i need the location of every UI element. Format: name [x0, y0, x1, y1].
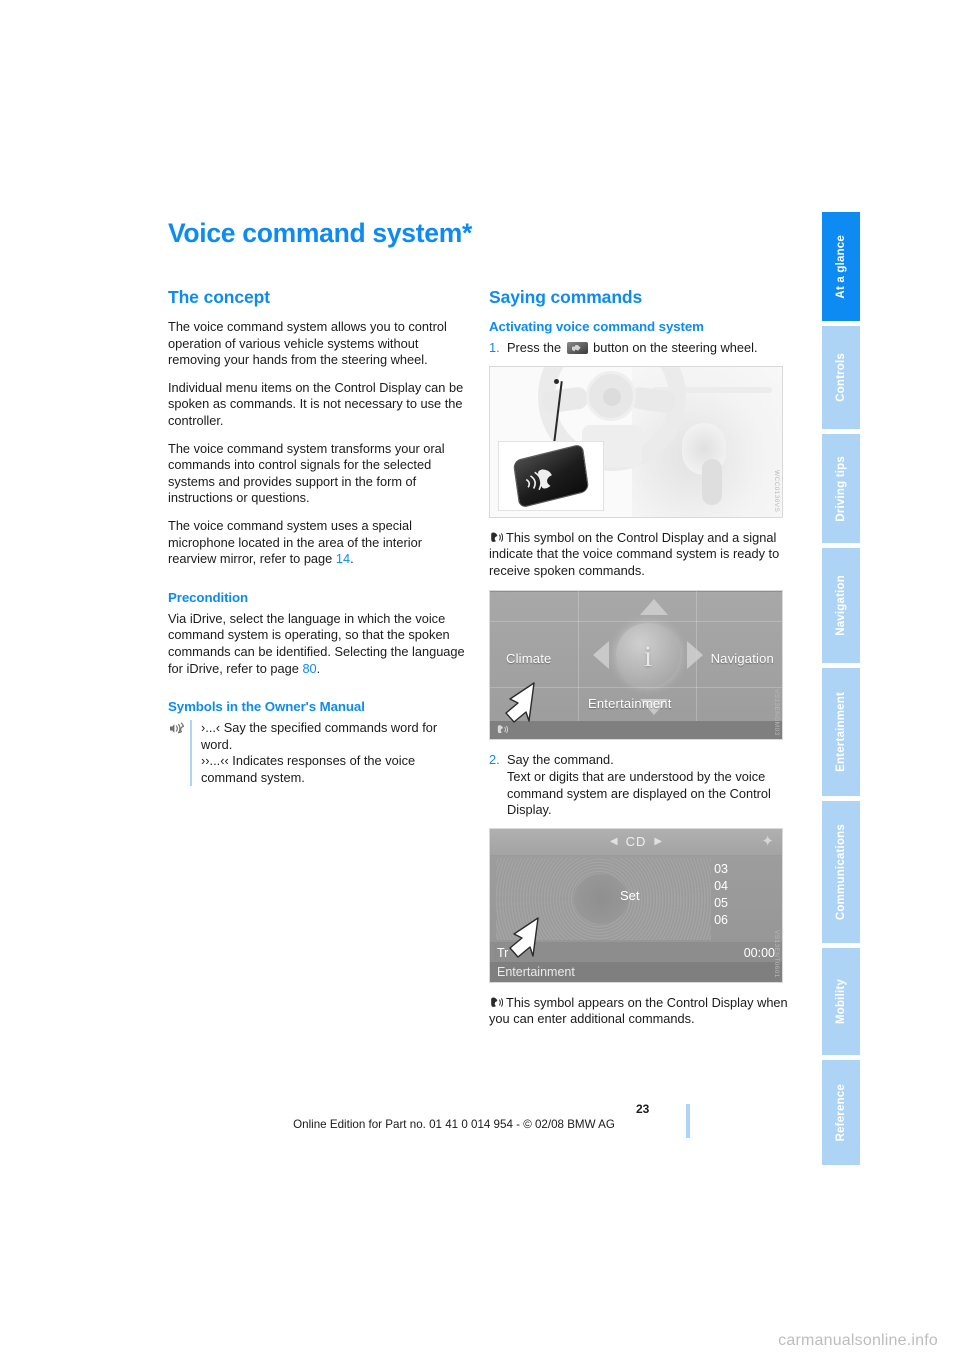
- concept-paragraph-1: The voice command system allows you to c…: [168, 319, 447, 368]
- step-1: 1. Press the button on the steering whee…: [489, 340, 788, 357]
- precondition-text-after: .: [316, 660, 321, 676]
- caption-1: This symbol on the Control Display and a…: [489, 530, 788, 580]
- step-1-text-before: Press the: [507, 340, 565, 355]
- page-reference-14[interactable]: 14: [336, 551, 350, 566]
- cd-track-item[interactable]: 06: [714, 913, 728, 927]
- left-column: The concept The voice command system all…: [168, 287, 467, 1039]
- manual-page: At a glance Controls Driving tips Naviga…: [0, 0, 960, 1358]
- page-number: 23: [636, 1102, 650, 1116]
- page-reference-80[interactable]: 80: [302, 661, 316, 676]
- cd-elapsed-time: 00:00: [743, 945, 775, 960]
- step-2-title: Say the command.: [507, 752, 614, 768]
- precondition-paragraph: Via iDrive, select the language in which…: [168, 611, 467, 677]
- heading-precondition: Precondition: [168, 589, 249, 605]
- step-2-detail: Text or digits that are understood by th…: [507, 768, 771, 818]
- figure-code: VS13ENGM03: [773, 688, 780, 736]
- concept-text-before: The voice command system uses a special …: [168, 517, 422, 567]
- cd-header-bar: ◀ CD ▶ ✦: [490, 828, 782, 855]
- cd-bottom-bar: Entertainment: [490, 961, 782, 982]
- voice-ready-symbol: [489, 996, 504, 1009]
- cd-bottom-label: Entertainment: [497, 964, 575, 979]
- caption-2: This symbol appears on the Control Displ…: [489, 995, 788, 1028]
- tab-communications[interactable]: Communications: [822, 801, 860, 944]
- tab-entertainment[interactable]: Entertainment: [822, 667, 860, 797]
- symbols-note-block: ›...‹ Say the specified commands word fo…: [168, 720, 467, 787]
- tab-label: Entertainment: [835, 691, 847, 772]
- symbols-note-text: ›...‹ Say the specified commands word fo…: [201, 720, 467, 786]
- figure-code: WCC0130VS: [773, 470, 780, 513]
- voice-speaking-icon: [168, 720, 190, 786]
- concept-paragraph-3: The voice command system transforms your…: [168, 440, 445, 506]
- cd-title-label: CD: [625, 834, 647, 850]
- voice-button-callout: [498, 440, 604, 511]
- cd-track-item[interactable]: 05: [714, 896, 728, 910]
- step-1-number: 1.: [489, 340, 500, 355]
- page-footer: 23 Online Edition for Part no. 01 41 0 0…: [0, 1102, 960, 1138]
- voice-ready-symbol: [489, 531, 504, 544]
- options-icon[interactable]: ✦: [761, 832, 774, 850]
- step-1-text: Press the button on the steering wheel.: [507, 340, 788, 357]
- tab-mobility[interactable]: Mobility: [822, 948, 860, 1055]
- next-arrow-icon[interactable]: ▶: [654, 836, 662, 847]
- step-1-text-after: button on the steering wheel.: [589, 340, 758, 355]
- tab-controls[interactable]: Controls: [822, 325, 860, 429]
- figure-steering-wheel-voice-button: WCC0130VS: [489, 365, 783, 518]
- footer-accent-tick: [686, 1104, 690, 1138]
- heading-the-concept: The concept: [168, 287, 270, 307]
- voice-button-icon: [566, 342, 588, 354]
- cd-track-list: 03 04 05 06: [714, 862, 728, 927]
- tab-navigation[interactable]: Navigation: [822, 547, 860, 663]
- concept-paragraph-2: Individual menu items on the Control Dis…: [168, 379, 464, 428]
- page-content: Voice command system* The concept The vo…: [168, 218, 788, 1039]
- menu-item-entertainment[interactable]: Entertainment: [588, 696, 672, 711]
- previous-arrow-icon[interactable]: ◀: [610, 836, 618, 847]
- tab-reference[interactable]: Reference: [822, 1059, 860, 1166]
- figure-code: VS13ENT0601: [773, 929, 780, 978]
- page-title: Voice command system*: [168, 218, 472, 248]
- tab-label: Driving tips: [835, 455, 847, 522]
- gear-selector: [702, 458, 722, 505]
- figure-idrive-main-menu: i Climate Navigation Entertainment VS13E…: [489, 590, 783, 741]
- pointer-arrow-icon: [506, 916, 546, 960]
- heading-activating-voice-command-system: Activating voice command system: [489, 319, 704, 334]
- figure-cd-playback-screen: ◀ CD ▶ ✦ Set 03 04 05 06 Tr 00:00 Entert…: [489, 827, 783, 983]
- right-column: Saying commands Activating voice command…: [489, 287, 788, 1039]
- step-2: 2. Say the command. Text or digits that …: [489, 752, 788, 818]
- tab-label: Navigation: [835, 574, 847, 636]
- section-tab-rail: At a glance Controls Driving tips Naviga…: [822, 212, 860, 1170]
- pointer-arrow-icon: [502, 681, 542, 725]
- watermark: carmanualsonline.info: [778, 1332, 938, 1349]
- cd-track-item[interactable]: 03: [714, 862, 728, 876]
- caption-1-text: This symbol on the Control Display and a…: [489, 529, 780, 578]
- tab-label: Controls: [835, 353, 847, 402]
- concept-paragraph-4: The voice command system uses a special …: [168, 518, 467, 568]
- symbols-note-line-1: ›...‹ Say the specified commands word fo…: [201, 720, 438, 752]
- tab-label: Mobility: [835, 978, 847, 1025]
- two-column-layout: The concept The voice command system all…: [168, 287, 788, 1039]
- caption-2-text: This symbol appears on the Control Displ…: [489, 994, 788, 1027]
- step-2-text: Say the command. Text or digits that are…: [507, 752, 788, 818]
- heading-saying-commands: Saying commands: [489, 287, 643, 307]
- tab-label: At a glance: [835, 234, 847, 299]
- concept-text-after: .: [350, 551, 354, 567]
- voice-ready-symbol: [496, 724, 508, 738]
- tab-driving-tips[interactable]: Driving tips: [822, 434, 860, 543]
- tab-at-a-glance[interactable]: At a glance: [822, 212, 860, 321]
- tab-label: Reference: [835, 1083, 847, 1142]
- cd-track-item[interactable]: 04: [714, 879, 728, 893]
- cd-set-label[interactable]: Set: [620, 888, 640, 903]
- note-accent-bar: [190, 720, 192, 787]
- step-2-number: 2.: [489, 752, 500, 768]
- menu-item-navigation[interactable]: Navigation: [711, 651, 774, 666]
- tab-label: Communications: [835, 823, 847, 921]
- footer-edition-line: Online Edition for Part no. 01 41 0 014 …: [293, 1118, 615, 1131]
- grid-line-v1: [578, 591, 579, 722]
- steering-wheel-hub: [586, 370, 636, 421]
- idrive-menu-screen: i Climate Navigation Entertainment: [490, 591, 782, 740]
- heading-symbols-owners-manual: Symbols in the Owner's Manual: [168, 699, 365, 715]
- symbols-note-line-2: ››...‹‹ Indicates responses of the voice…: [201, 753, 416, 785]
- menu-item-climate[interactable]: Climate: [506, 651, 551, 666]
- wheel-photo: [490, 366, 782, 517]
- callout-leader-dot: [554, 378, 559, 384]
